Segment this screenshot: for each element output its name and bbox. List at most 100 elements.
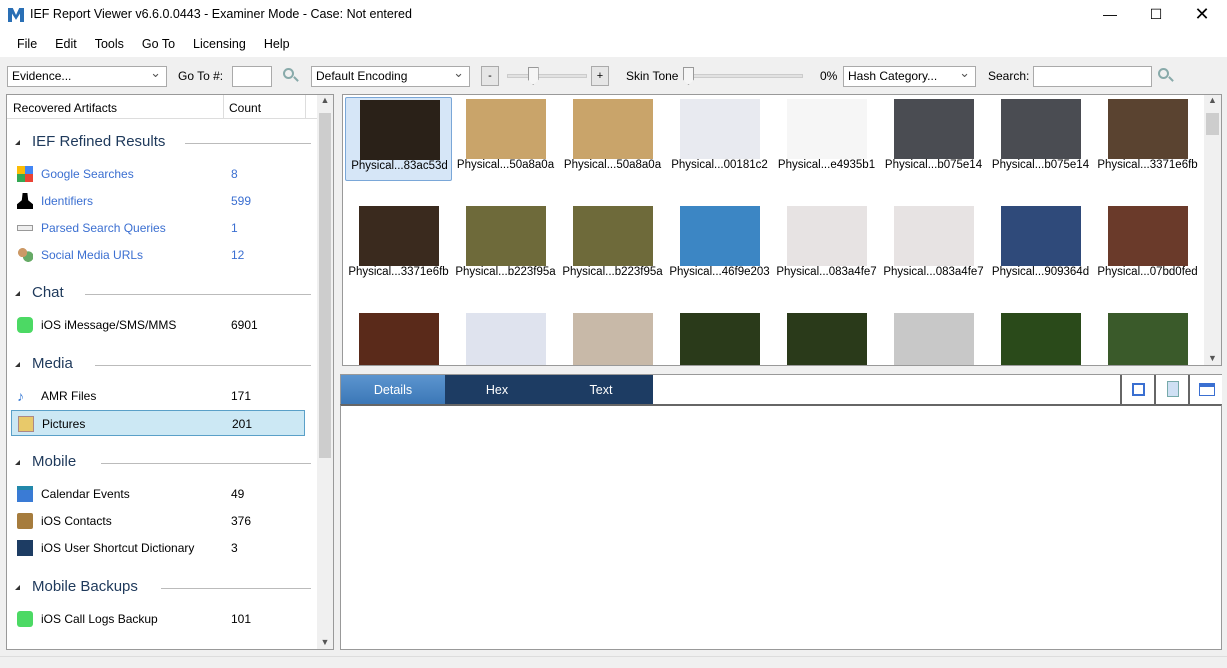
- menu-goto[interactable]: Go To: [133, 30, 184, 57]
- picture-thumbnail[interactable]: Physical...3371e6fb: [1094, 97, 1201, 181]
- artifacts-scrollbar[interactable]: ▲ ▼: [317, 95, 333, 649]
- window-title: IEF Report Viewer v6.6.0.0443 - Examiner…: [30, 7, 412, 21]
- picture-thumbnail[interactable]: Physical...46f9e203: [666, 204, 773, 288]
- picture-thumbnail[interactable]: [666, 311, 773, 365]
- thumbnail-image: [1001, 313, 1081, 365]
- section-media[interactable]: Media: [15, 355, 311, 372]
- new-window-button[interactable]: [1188, 375, 1222, 405]
- thumbnail-caption: Physical...b223f95a: [562, 266, 663, 278]
- open-external-button[interactable]: [1120, 375, 1154, 405]
- artifact-identifiers[interactable]: Identifiers 599: [11, 188, 305, 214]
- artifact-pictures[interactable]: Pictures 201: [11, 410, 305, 436]
- picture-thumbnail[interactable]: [987, 311, 1094, 365]
- hash-category-dropdown[interactable]: Hash Category...: [843, 65, 976, 87]
- picture-thumbnail[interactable]: [452, 311, 559, 365]
- contacts-icon: [17, 513, 33, 529]
- picture-thumbnail[interactable]: Physical...b075e14: [987, 97, 1094, 181]
- thumbnail-caption: Physical...07bd0fed: [1097, 266, 1198, 278]
- maximize-button[interactable]: ☐: [1133, 0, 1179, 30]
- title-bar: IEF Report Viewer v6.6.0.0443 - Examiner…: [0, 0, 1227, 30]
- picture-thumbnail[interactable]: Physical...07bd0fed: [1094, 204, 1201, 288]
- tab-details[interactable]: Details: [341, 375, 445, 405]
- artifact-calendar-events[interactable]: Calendar Events 49: [11, 481, 305, 507]
- picture-thumbnail[interactable]: [880, 311, 987, 365]
- section-ief-refined-results[interactable]: IEF Refined Results: [15, 133, 311, 150]
- menu-tools[interactable]: Tools: [86, 30, 133, 57]
- picture-thumbnail[interactable]: Physical...083a4fe7: [773, 204, 880, 288]
- goto-input[interactable]: [232, 66, 272, 87]
- skin-tone-thumb[interactable]: [683, 67, 694, 85]
- picture-thumbnail[interactable]: Physical...3371e6fb: [345, 204, 452, 288]
- close-button[interactable]: ✕: [1179, 0, 1225, 30]
- thumbnail-caption: Physical...909364d: [991, 266, 1090, 278]
- artifact-amr-files[interactable]: ♪ AMR Files 171: [11, 383, 305, 409]
- artifact-ios-user-shortcut-dictionary[interactable]: iOS User Shortcut Dictionary 3: [11, 535, 305, 561]
- encoding-dropdown[interactable]: Default Encoding: [311, 65, 470, 87]
- section-chat[interactable]: Chat: [15, 284, 311, 301]
- thumbnail-image: [787, 99, 867, 159]
- dictionary-icon: [17, 540, 33, 556]
- artifact-social-media-urls[interactable]: Social Media URLs 12: [11, 242, 305, 268]
- picture-thumbnail[interactable]: Physical...00181c2: [666, 97, 773, 181]
- zoom-out-button[interactable]: -: [481, 66, 499, 86]
- thumbnail-caption: Physical...3371e6fb: [348, 266, 449, 278]
- zoom-in-button[interactable]: +: [591, 66, 609, 86]
- thumbnail-caption: Physical...083a4fe7: [776, 266, 877, 278]
- artifact-ios-call-logs-backup[interactable]: iOS Call Logs Backup 101: [11, 606, 305, 632]
- tab-text[interactable]: Text: [549, 375, 653, 405]
- thumbnail-caption: Physical...3371e6fb: [1097, 159, 1198, 171]
- gallery-scrollbar[interactable]: ▲ ▼: [1204, 95, 1221, 365]
- minimize-button[interactable]: —: [1087, 0, 1133, 30]
- picture-thumbnail[interactable]: [773, 311, 880, 365]
- thumbnail-image: [680, 99, 760, 159]
- evidence-dropdown[interactable]: Evidence...: [7, 65, 167, 87]
- picture-gallery: ▲ ▼ Physical...83ac53d Physical...50a8a0a…: [342, 94, 1222, 366]
- picture-thumbnail[interactable]: Physical...083a4fe7: [880, 204, 987, 288]
- artifact-ios-imessage[interactable]: iOS iMessage/SMS/MMS 6901: [11, 312, 305, 338]
- zoom-slider[interactable]: [507, 74, 587, 78]
- goto-search-icon[interactable]: [283, 68, 294, 79]
- artifact-ios-contacts[interactable]: iOS Contacts 376: [11, 508, 305, 534]
- search-input[interactable]: [1033, 66, 1152, 87]
- thumbnail-image: [894, 99, 974, 159]
- picture-thumbnail[interactable]: Physical...50a8a0a: [452, 97, 559, 181]
- thumbnail-caption: Physical...b223f95a: [455, 266, 556, 278]
- artifacts-panel: Recovered Artifacts Count ▲ ▼ IEF Refine…: [6, 94, 334, 650]
- col-recovered-artifacts[interactable]: Recovered Artifacts: [13, 101, 117, 115]
- thumbnail-caption: Physical...50a8a0a: [563, 159, 662, 171]
- thumbnail-caption: Physical...00181c2: [671, 159, 768, 171]
- thumbnail-caption: Physical...46f9e203: [669, 266, 770, 278]
- section-mobile-backups[interactable]: Mobile Backups: [15, 578, 311, 595]
- picture-thumbnail[interactable]: [345, 311, 452, 365]
- col-count[interactable]: Count: [229, 101, 261, 115]
- skin-tone-slider[interactable]: [683, 74, 803, 78]
- thumbnail-caption: Physical...083a4fe7: [883, 266, 984, 278]
- thumbnail-image: [1108, 99, 1188, 159]
- picture-thumbnail[interactable]: [559, 311, 666, 365]
- picture-thumbnail[interactable]: Physical...b223f95a: [559, 204, 666, 288]
- menu-help[interactable]: Help: [255, 30, 299, 57]
- picture-thumbnail[interactable]: Physical...909364d: [987, 204, 1094, 288]
- goto-label: Go To #:: [178, 69, 224, 83]
- thumbnail-image: [680, 313, 760, 365]
- export-button[interactable]: [1154, 375, 1188, 405]
- picture-thumbnail[interactable]: [1094, 311, 1201, 365]
- zoom-slider-thumb[interactable]: [527, 67, 539, 85]
- artifact-parsed-search-queries[interactable]: Parsed Search Queries 1: [11, 215, 305, 241]
- picture-thumbnail[interactable]: Physical...83ac53d: [345, 97, 452, 181]
- tab-hex[interactable]: Hex: [445, 375, 549, 405]
- picture-thumbnail[interactable]: Physical...50a8a0a: [559, 97, 666, 181]
- menu-file[interactable]: File: [8, 30, 46, 57]
- thumbnail-image: [894, 206, 974, 266]
- picture-thumbnail[interactable]: Physical...e4935b1: [773, 97, 880, 181]
- thumbnail-image: [894, 313, 974, 365]
- menu-edit[interactable]: Edit: [46, 30, 86, 57]
- artifact-google-searches[interactable]: Google Searches 8: [11, 161, 305, 187]
- thumbnail-image: [1001, 206, 1081, 266]
- social-people-icon: [17, 247, 33, 263]
- search-icon[interactable]: [1158, 68, 1169, 79]
- menu-licensing[interactable]: Licensing: [184, 30, 255, 57]
- section-mobile[interactable]: Mobile: [15, 453, 311, 470]
- picture-thumbnail[interactable]: Physical...b075e14: [880, 97, 987, 181]
- picture-thumbnail[interactable]: Physical...b223f95a: [452, 204, 559, 288]
